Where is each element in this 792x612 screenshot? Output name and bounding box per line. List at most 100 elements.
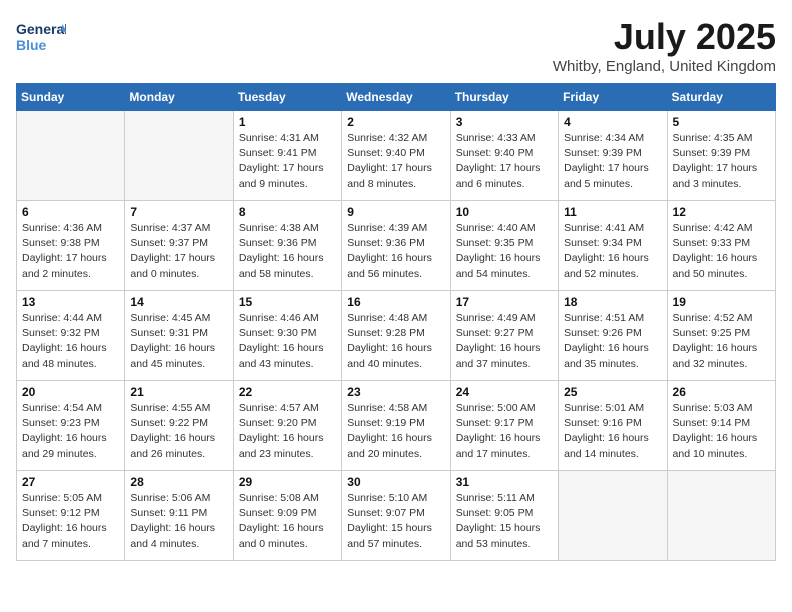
calendar-cell-w4d5: 24 Sunrise: 5:00 AM Sunset: 9:17 PM Dayli… xyxy=(450,381,558,471)
day-number: 7 xyxy=(130,205,227,219)
day-number: 27 xyxy=(22,475,119,489)
calendar-cell-w4d1: 20Sunrise: 4:54 AM Sunset: 9:23 PM Dayli… xyxy=(17,381,125,471)
day-number: 10 xyxy=(456,205,553,219)
svg-text:General: General xyxy=(16,21,66,37)
day-number: 15 xyxy=(239,295,336,309)
day-info: Sunrise: 4:52 AM Sunset: 9:25 PM Dayligh… xyxy=(673,311,770,372)
day-number: 17 xyxy=(456,295,553,309)
calendar-cell-w4d4: 23Sunrise: 4:58 AM Sunset: 9:19 PM Dayli… xyxy=(342,381,450,471)
day-number: 19 xyxy=(673,295,770,309)
week-row-2: 6Sunrise: 4:36 AM Sunset: 9:38 PM Daylig… xyxy=(17,201,776,291)
day-number: 30 xyxy=(347,475,444,489)
day-info: Sunrise: 4:45 AM Sunset: 9:31 PM Dayligh… xyxy=(130,311,227,372)
weekday-header-thursday: Thursday xyxy=(450,84,558,111)
calendar-cell-w3d1: 13Sunrise: 4:44 AM Sunset: 9:32 PM Dayli… xyxy=(17,291,125,381)
calendar-cell-w3d3: 15 Sunrise: 4:46 AM Sunset: 9:30 PM Dayli… xyxy=(233,291,341,381)
day-number: 14 xyxy=(130,295,227,309)
day-number: 18 xyxy=(564,295,661,309)
calendar-cell-w5d3: 29 Sunrise: 5:08 AM Sunset: 9:09 PM Dayli… xyxy=(233,471,341,561)
day-info: Sunrise: 4:34 AM Sunset: 9:39 PM Dayligh… xyxy=(564,131,661,192)
day-info: Sunrise: 4:41 AM Sunset: 9:34 PM Dayligh… xyxy=(564,221,661,282)
calendar-cell-w2d7: 12 Sunrise: 4:42 AM Sunset: 9:33 PM Dayli… xyxy=(667,201,775,291)
day-info: Sunrise: 4:39 AM Sunset: 9:36 PM Dayligh… xyxy=(347,221,444,282)
day-info: Sunrise: 4:32 AM Sunset: 9:40 PM Dayligh… xyxy=(347,131,444,192)
day-number: 11 xyxy=(564,205,661,219)
calendar-cell-w2d1: 6Sunrise: 4:36 AM Sunset: 9:38 PM Daylig… xyxy=(17,201,125,291)
day-number: 26 xyxy=(673,385,770,399)
calendar-cell-w1d7: 5Sunrise: 4:35 AM Sunset: 9:39 PM Daylig… xyxy=(667,111,775,201)
day-info: Sunrise: 5:01 AM Sunset: 9:16 PM Dayligh… xyxy=(564,401,661,462)
weekday-header-row: SundayMondayTuesdayWednesdayThursdayFrid… xyxy=(17,84,776,111)
day-number: 24 xyxy=(456,385,553,399)
weekday-header-sunday: Sunday xyxy=(17,84,125,111)
day-number: 31 xyxy=(456,475,553,489)
day-number: 3 xyxy=(456,115,553,129)
calendar-cell-w1d5: 3 Sunrise: 4:33 AM Sunset: 9:40 PM Daylig… xyxy=(450,111,558,201)
day-info: Sunrise: 4:46 AM Sunset: 9:30 PM Dayligh… xyxy=(239,311,336,372)
week-row-3: 13Sunrise: 4:44 AM Sunset: 9:32 PM Dayli… xyxy=(17,291,776,381)
title-block: July 2025 Whitby, England, United Kingdo… xyxy=(553,16,776,75)
day-info: Sunrise: 4:58 AM Sunset: 9:19 PM Dayligh… xyxy=(347,401,444,462)
day-info: Sunrise: 4:42 AM Sunset: 9:33 PM Dayligh… xyxy=(673,221,770,282)
day-number: 2 xyxy=(347,115,444,129)
calendar-cell-w1d6: 4 Sunrise: 4:34 AM Sunset: 9:39 PM Daylig… xyxy=(559,111,667,201)
page-header: General Blue July 2025 Whitby, England, … xyxy=(16,16,776,75)
calendar-cell-w3d2: 14 Sunrise: 4:45 AM Sunset: 9:31 PM Dayli… xyxy=(125,291,233,381)
logo: General Blue xyxy=(16,16,66,58)
calendar-cell-w5d7 xyxy=(667,471,775,561)
day-number: 6 xyxy=(22,205,119,219)
calendar-cell-w2d2: 7 Sunrise: 4:37 AM Sunset: 9:37 PM Daylig… xyxy=(125,201,233,291)
weekday-header-wednesday: Wednesday xyxy=(342,84,450,111)
calendar-cell-w3d7: 19 Sunrise: 4:52 AM Sunset: 9:25 PM Dayli… xyxy=(667,291,775,381)
day-info: Sunrise: 4:33 AM Sunset: 9:40 PM Dayligh… xyxy=(456,131,553,192)
day-info: Sunrise: 4:38 AM Sunset: 9:36 PM Dayligh… xyxy=(239,221,336,282)
day-info: Sunrise: 4:44 AM Sunset: 9:32 PM Dayligh… xyxy=(22,311,119,372)
calendar-cell-w5d6 xyxy=(559,471,667,561)
calendar-cell-w3d5: 17 Sunrise: 4:49 AM Sunset: 9:27 PM Dayli… xyxy=(450,291,558,381)
calendar-cell-w1d1 xyxy=(17,111,125,201)
calendar-cell-w4d3: 22Sunrise: 4:57 AM Sunset: 9:20 PM Dayli… xyxy=(233,381,341,471)
day-number: 20 xyxy=(22,385,119,399)
day-number: 29 xyxy=(239,475,336,489)
calendar-cell-w5d1: 27Sunrise: 5:05 AM Sunset: 9:12 PM Dayli… xyxy=(17,471,125,561)
week-row-1: 1 Sunrise: 4:31 AM Sunset: 9:41 PM Daylig… xyxy=(17,111,776,201)
weekday-header-tuesday: Tuesday xyxy=(233,84,341,111)
day-number: 28 xyxy=(130,475,227,489)
logo-svg: General Blue xyxy=(16,16,66,58)
calendar-cell-w2d6: 11 Sunrise: 4:41 AM Sunset: 9:34 PM Dayli… xyxy=(559,201,667,291)
calendar: SundayMondayTuesdayWednesdayThursdayFrid… xyxy=(16,83,776,561)
weekday-header-monday: Monday xyxy=(125,84,233,111)
calendar-cell-w4d6: 25 Sunrise: 5:01 AM Sunset: 9:16 PM Dayli… xyxy=(559,381,667,471)
day-info: Sunrise: 4:37 AM Sunset: 9:37 PM Dayligh… xyxy=(130,221,227,282)
day-number: 25 xyxy=(564,385,661,399)
day-number: 4 xyxy=(564,115,661,129)
day-info: Sunrise: 5:00 AM Sunset: 9:17 PM Dayligh… xyxy=(456,401,553,462)
day-number: 12 xyxy=(673,205,770,219)
calendar-cell-w5d5: 31 Sunrise: 5:11 AM Sunset: 9:05 PM Dayli… xyxy=(450,471,558,561)
day-info: Sunrise: 5:08 AM Sunset: 9:09 PM Dayligh… xyxy=(239,491,336,552)
day-number: 1 xyxy=(239,115,336,129)
day-info: Sunrise: 5:10 AM Sunset: 9:07 PM Dayligh… xyxy=(347,491,444,552)
day-info: Sunrise: 4:40 AM Sunset: 9:35 PM Dayligh… xyxy=(456,221,553,282)
day-number: 22 xyxy=(239,385,336,399)
calendar-cell-w2d4: 9Sunrise: 4:39 AM Sunset: 9:36 PM Daylig… xyxy=(342,201,450,291)
day-info: Sunrise: 5:06 AM Sunset: 9:11 PM Dayligh… xyxy=(130,491,227,552)
day-info: Sunrise: 5:11 AM Sunset: 9:05 PM Dayligh… xyxy=(456,491,553,552)
week-row-4: 20Sunrise: 4:54 AM Sunset: 9:23 PM Dayli… xyxy=(17,381,776,471)
calendar-cell-w2d5: 10 Sunrise: 4:40 AM Sunset: 9:35 PM Dayli… xyxy=(450,201,558,291)
svg-text:Blue: Blue xyxy=(16,37,47,53)
day-info: Sunrise: 4:48 AM Sunset: 9:28 PM Dayligh… xyxy=(347,311,444,372)
day-info: Sunrise: 4:49 AM Sunset: 9:27 PM Dayligh… xyxy=(456,311,553,372)
day-number: 8 xyxy=(239,205,336,219)
day-number: 5 xyxy=(673,115,770,129)
day-info: Sunrise: 4:31 AM Sunset: 9:41 PM Dayligh… xyxy=(239,131,336,192)
location: Whitby, England, United Kingdom xyxy=(553,58,776,75)
calendar-cell-w3d6: 18Sunrise: 4:51 AM Sunset: 9:26 PM Dayli… xyxy=(559,291,667,381)
calendar-cell-w5d4: 30 Sunrise: 5:10 AM Sunset: 9:07 PM Dayli… xyxy=(342,471,450,561)
weekday-header-saturday: Saturday xyxy=(667,84,775,111)
calendar-cell-w4d2: 21Sunrise: 4:55 AM Sunset: 9:22 PM Dayli… xyxy=(125,381,233,471)
calendar-cell-w1d3: 1 Sunrise: 4:31 AM Sunset: 9:41 PM Daylig… xyxy=(233,111,341,201)
day-number: 16 xyxy=(347,295,444,309)
calendar-cell-w1d4: 2 Sunrise: 4:32 AM Sunset: 9:40 PM Daylig… xyxy=(342,111,450,201)
calendar-cell-w2d3: 8 Sunrise: 4:38 AM Sunset: 9:36 PM Daylig… xyxy=(233,201,341,291)
